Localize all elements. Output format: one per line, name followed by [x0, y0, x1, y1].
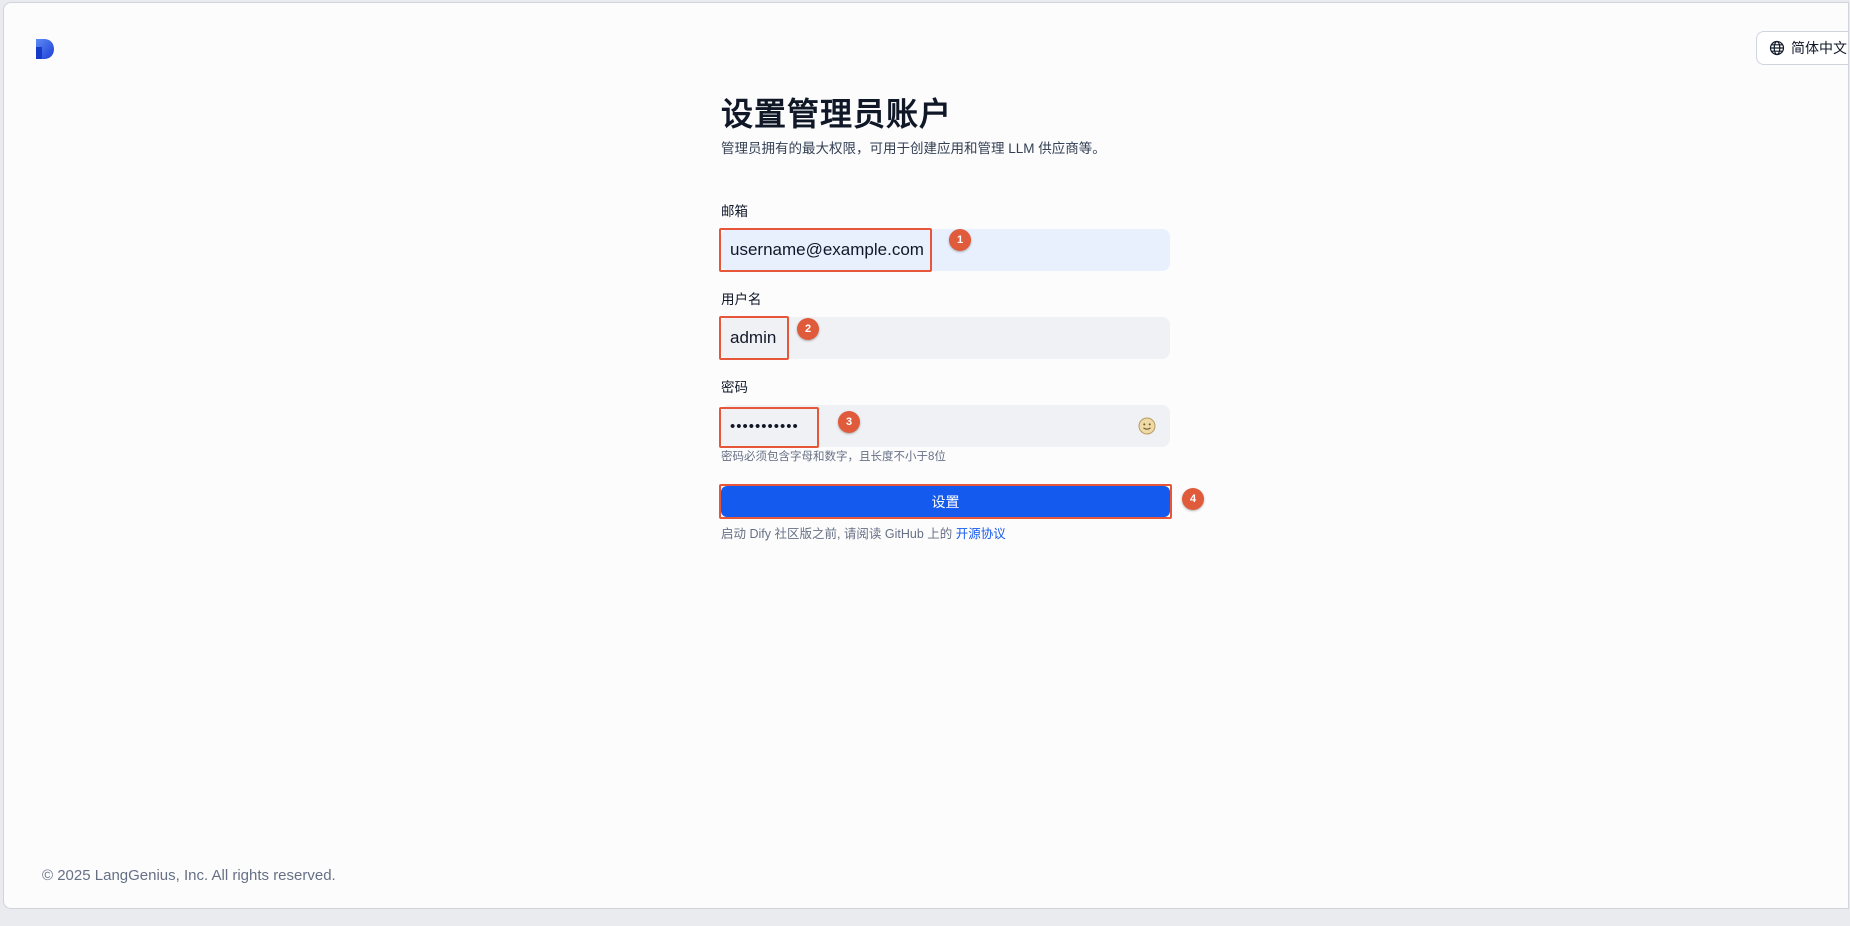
dify-logo: [36, 39, 54, 59]
globe-icon: [1769, 40, 1785, 56]
annotation-badge-1: 1: [949, 229, 971, 251]
setup-button[interactable]: 设置: [721, 486, 1170, 517]
page-title: 设置管理员账户: [721, 96, 953, 132]
language-selector[interactable]: 简体中文: [1756, 31, 1848, 65]
email-field[interactable]: username@example.com: [721, 229, 1170, 271]
username-label: 用户名: [721, 292, 762, 307]
language-label: 简体中文: [1791, 40, 1847, 56]
annotation-badge-3: 3: [838, 411, 860, 433]
page-subtitle: 管理员拥有的最大权限，可用于创建应用和管理 LLM 供应商等。: [721, 141, 1106, 156]
username-field[interactable]: admin: [721, 317, 1170, 359]
password-hint: 密码必须包含字母和数字，且长度不小于8位: [721, 451, 946, 463]
emoji-face-icon[interactable]: [1138, 417, 1156, 435]
open-source-license-link[interactable]: 开源协议: [956, 527, 1006, 541]
email-value: username@example.com: [730, 240, 924, 259]
email-label: 邮箱: [721, 204, 748, 219]
copyright: © 2025 LangGenius, Inc. All rights reser…: [42, 867, 336, 884]
agreement-text: 启动 Dify 社区版之前, 请阅读 GitHub 上的 开源协议: [721, 526, 1006, 542]
username-value: admin: [730, 328, 777, 347]
password-label: 密码: [721, 380, 748, 395]
app-window: 简体中文 设置管理员账户 管理员拥有的最大权限，可用于创建应用和管理 LLM 供…: [3, 2, 1849, 909]
annotation-badge-4: 4: [1182, 488, 1204, 510]
setup-form: 设置管理员账户 管理员拥有的最大权限，可用于创建应用和管理 LLM 供应商等。 …: [719, 93, 1204, 541]
annotation-badge-2: 2: [797, 318, 819, 340]
password-field[interactable]: •••••••••••: [721, 405, 1170, 447]
password-value: •••••••••••: [730, 417, 799, 435]
agreement-prefix: 启动 Dify 社区版之前, 请阅读 GitHub 上的: [721, 527, 956, 541]
